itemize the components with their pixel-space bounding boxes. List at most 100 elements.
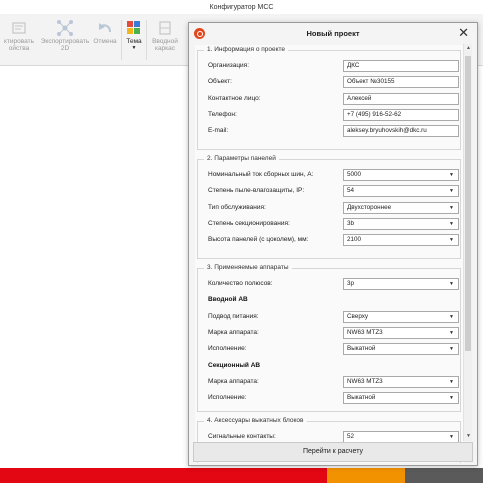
field-value: Выкатной	[347, 394, 376, 402]
form-row: Контактное лицо: Алексей	[208, 92, 460, 106]
field-value: Объект №30155	[347, 78, 395, 86]
form-row: Вводной АВ	[208, 294, 460, 307]
field-label: Исполнение:	[208, 394, 247, 402]
dialog-scrollbar[interactable]: ▲ ▼	[463, 44, 472, 441]
form-row: Организация: ДКС	[208, 60, 460, 73]
scroll-down-icon[interactable]: ▼	[464, 432, 473, 441]
theme-button[interactable]: Тема ▼	[123, 18, 145, 64]
edit-properties-icon	[11, 18, 27, 38]
scroll-up-icon[interactable]: ▲	[464, 44, 473, 53]
dropdown-select[interactable]: Выкатной ▼	[343, 392, 459, 405]
form-row: Марка аппарата: NW63 MTZ3 ▼	[208, 326, 460, 340]
undo-label: Отмена	[93, 38, 117, 45]
chevron-down-icon: ▼	[449, 237, 454, 244]
text-input[interactable]: Объект №30155	[343, 76, 459, 89]
field-value: Сверху	[347, 312, 369, 320]
close-icon[interactable]: ✕	[458, 26, 469, 40]
brand-stripe-orange	[327, 468, 405, 483]
field-label: Номинальный ток сборных шин, А:	[208, 171, 314, 178]
field-label: Контактное лицо:	[208, 94, 261, 102]
field-label: Степень секционирования:	[208, 219, 290, 227]
field-value: NW63 MTZ3	[347, 328, 383, 336]
input-frame-label: Вводной каркас	[152, 38, 178, 52]
chevron-down-icon: ▼	[449, 172, 454, 178]
form-row: Тип обслуживания: Двухстороннее ▼	[208, 201, 460, 215]
form-section-2: 2. Параметры панелей Номинальный ток сбор…	[197, 155, 461, 259]
field-value: Выкатной	[347, 345, 376, 353]
chevron-down-icon: ▼	[449, 346, 454, 353]
field-value: aleksey.bryuhovskih@dkc.ru	[347, 127, 427, 135]
export-2d-label: Экспортировать 2D	[40, 38, 90, 52]
export-2d-icon	[55, 18, 75, 38]
text-input[interactable]: ДКС	[343, 60, 459, 72]
dropdown-select[interactable]: Выкатной ▼	[343, 343, 459, 356]
dropdown-select[interactable]: NW63 MTZ3 ▼	[343, 375, 459, 388]
form-row: Марка аппарата: NW63 MTZ3 ▼	[208, 375, 460, 389]
ribbon-separator	[146, 20, 147, 60]
subsection-heading: Секционный АВ	[208, 361, 261, 369]
dropdown-select[interactable]: NW63 MTZ3 ▼	[343, 326, 459, 339]
dropdown-select[interactable]: 2100 ▼	[343, 234, 459, 247]
theme-label: Тема	[126, 38, 142, 45]
field-label: Степень пыле-влагозащиты, IP:	[208, 187, 305, 195]
chevron-down-icon: ▼	[449, 281, 454, 287]
scroll-thumb[interactable]	[465, 56, 471, 351]
field-value: ДКС	[347, 62, 360, 69]
field-value: 2100	[347, 236, 362, 244]
dropdown-select[interactable]: 54 ▼	[343, 185, 459, 198]
dropdown-select[interactable]: 3b ▼	[343, 217, 459, 230]
new-project-dialog: Новый проект ✕ 1. Информация о проекте Ор…	[188, 22, 478, 466]
dropdown-select[interactable]: 3p ▼	[343, 278, 459, 290]
theme-icon	[126, 18, 142, 38]
edit-properties-label: ктировать ойства	[4, 38, 34, 52]
text-input[interactable]: aleksey.bryuhovskih@dkc.ru	[343, 125, 459, 138]
input-frame-button[interactable]: Вводной каркас	[148, 18, 182, 64]
section-title: 4. Аксессуары выкатных блоков	[204, 417, 307, 424]
form-row: Высота панелей (с цоколем), мм: 2100 ▼	[208, 234, 460, 247]
field-label: Марка аппарата:	[208, 328, 259, 336]
field-value: NW63 MTZ3	[347, 377, 383, 385]
dialog-header: Новый проект ✕	[189, 23, 477, 45]
dropdown-select[interactable]: Двухстороннее ▼	[343, 201, 459, 214]
edit-properties-button[interactable]: ктировать ойства	[0, 18, 38, 64]
form-row: Степень секционирования: 3b ▼	[208, 217, 460, 231]
section-title: 2. Параметры панелей	[204, 155, 279, 162]
field-value: +7 (495) 916-52-62	[347, 110, 402, 118]
dropdown-select[interactable]: 5000 ▼	[343, 169, 459, 181]
input-frame-icon	[157, 18, 173, 38]
form-row: Номинальный ток сборных шин, А: 5000 ▼	[208, 169, 460, 182]
field-value: 52	[347, 433, 355, 440]
section-title: 1. Информация о проекте	[204, 46, 289, 53]
field-label: Марка аппарата:	[208, 377, 259, 385]
export-2d-button[interactable]: Экспортировать 2D	[40, 18, 90, 64]
form-row: Секционный АВ	[208, 360, 460, 373]
text-input[interactable]: +7 (495) 916-52-62	[343, 108, 459, 121]
field-label: Сигнальные контакты:	[208, 433, 276, 440]
field-value: Двухстороннее	[347, 203, 392, 211]
chevron-down-icon: ▼	[449, 313, 454, 320]
field-label: Исполнение:	[208, 345, 247, 353]
field-label: Количество полюсов:	[208, 280, 273, 287]
chevron-down-icon: ▼	[449, 434, 454, 440]
dialog-form: 1. Информация о проекте Организация: ДКС Об…	[195, 45, 465, 463]
undo-button[interactable]: Отмена	[90, 18, 120, 64]
form-row: Подвод питания: Сверху ▼	[208, 310, 460, 324]
chevron-down-icon: ▼	[449, 188, 454, 195]
go-to-calculation-button[interactable]: Перейти к расчету	[193, 442, 473, 462]
dropdown-select[interactable]: Сверху ▼	[343, 310, 459, 323]
field-label: E-mail:	[208, 127, 229, 135]
field-value: 5000	[347, 171, 362, 178]
text-input[interactable]: Алексей	[343, 92, 459, 105]
brand-stripe-red	[0, 468, 327, 483]
field-label: Объект:	[208, 78, 232, 86]
chevron-down-icon: ▼	[449, 204, 454, 211]
form-row: Степень пыле-влагозащиты, IP: 54 ▼	[208, 185, 460, 198]
field-label: Высота панелей (с цоколем), мм:	[208, 236, 309, 244]
form-row: E-mail: aleksey.bryuhovskih@dkc.ru	[208, 125, 460, 138]
field-label: Подвод питания:	[208, 312, 259, 320]
form-row: Исполнение: Выкатной ▼	[208, 392, 460, 405]
chevron-down-icon: ▼	[449, 378, 454, 385]
dialog-title: Новый проект	[306, 29, 360, 38]
undo-icon	[96, 18, 114, 38]
field-label: Тип обслуживания:	[208, 203, 266, 211]
